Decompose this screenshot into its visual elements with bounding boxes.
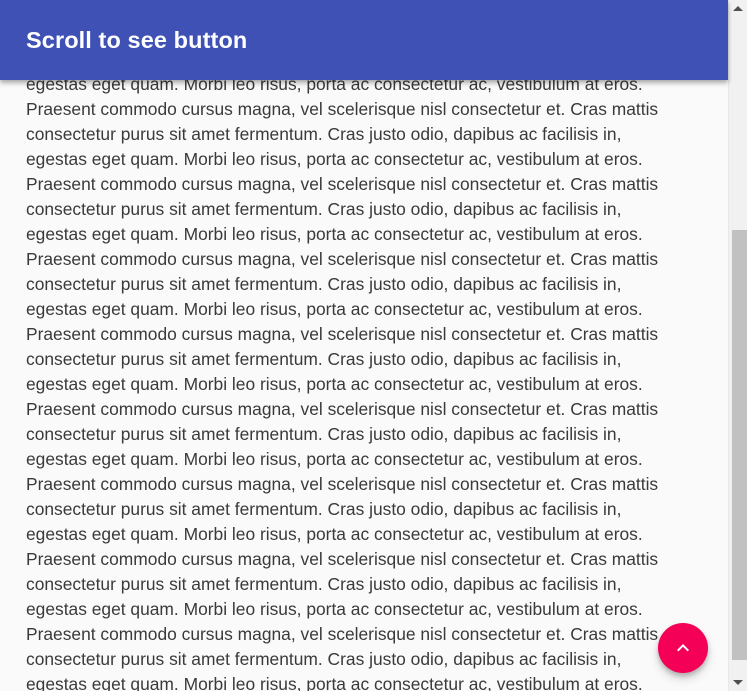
scrollbar-thumb[interactable] [732,230,747,660]
text-line: Praesent commodo cursus magna, vel scele… [26,324,659,344]
text-line: consectetur purus sit amet fermentum. Cr… [26,349,622,369]
text-line: egestas eget quam. Morbi leo risus, port… [26,374,643,394]
text-line: Praesent commodo cursus magna, vel scele… [26,549,659,569]
vertical-scrollbar[interactable] [728,0,747,691]
text-line: consectetur purus sit amet fermentum. Cr… [26,424,622,444]
scroll-up-arrow-icon[interactable] [733,6,743,11]
text-line: Praesent commodo cursus magna, vel scele… [26,399,659,419]
scroll-container[interactable]: consectetur purus sit amet fermentum. Cr… [0,0,728,691]
text-line: egestas eget quam. Morbi leo risus, port… [26,224,643,244]
text-line: egestas eget quam. Morbi leo risus, port… [26,599,643,619]
chevron-up-icon [677,644,689,652]
text-line: consectetur purus sit amet fermentum. Cr… [26,499,622,519]
text-line: Praesent commodo cursus magna, vel scele… [26,174,659,194]
text-line: Praesent commodo cursus magna, vel scele… [26,624,659,644]
text-line: consectetur purus sit amet fermentum. Cr… [26,199,622,219]
text-line: Praesent commodo cursus magna, vel scele… [26,474,659,494]
app-bar-title: Scroll to see button [26,27,248,53]
lorem-text-body: consectetur purus sit amet fermentum. Cr… [26,47,686,691]
text-line: egestas eget quam. Morbi leo risus, port… [26,149,643,169]
text-line: egestas eget quam. Morbi leo risus, port… [26,449,643,469]
text-line: egestas eget quam. Morbi leo risus, port… [26,524,643,544]
text-line: consectetur purus sit amet fermentum. Cr… [26,274,622,294]
text-line: consectetur purus sit amet fermentum. Cr… [26,124,622,144]
app-bar: Scroll to see button [0,0,728,80]
scroll-down-arrow-icon[interactable] [733,680,743,685]
text-line: Praesent commodo cursus magna, vel scele… [26,249,659,269]
text-line: egestas eget quam. Morbi leo risus, port… [26,299,643,319]
text-line: consectetur purus sit amet fermentum. Cr… [26,574,622,594]
text-line: egestas eget quam. Morbi leo risus, port… [26,674,643,691]
text-line: consectetur purus sit amet fermentum. Cr… [26,649,622,669]
scroll-to-top-button[interactable] [658,623,708,673]
text-line: Praesent commodo cursus magna, vel scele… [26,99,659,119]
